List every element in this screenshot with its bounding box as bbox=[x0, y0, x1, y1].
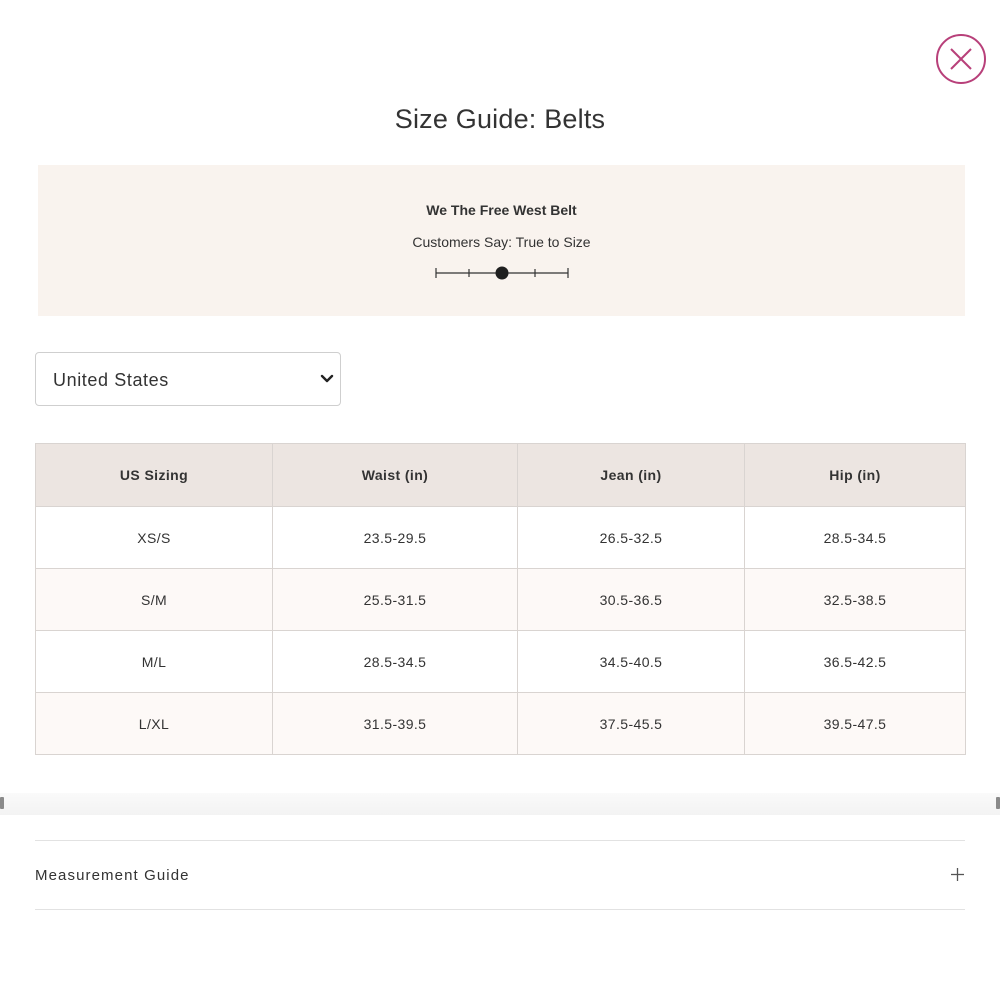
size-cell: L/XL bbox=[35, 692, 273, 755]
size-chart-table: US Sizing Waist (in) Jean (in) Hip (in) … bbox=[35, 443, 966, 755]
waist-cell: 31.5-39.5 bbox=[272, 692, 518, 755]
waist-cell: 23.5-29.5 bbox=[272, 506, 518, 569]
fit-scale bbox=[435, 264, 571, 289]
jean-cell: 34.5-40.5 bbox=[517, 630, 745, 693]
jean-cell: 30.5-36.5 bbox=[517, 568, 745, 631]
table-row: M/L 28.5-34.5 34.5-40.5 36.5-42.5 bbox=[35, 630, 966, 693]
accordion-label: Measurement Guide bbox=[35, 867, 190, 884]
fit-panel: We The Free West Belt Customers Say: Tru… bbox=[38, 165, 965, 316]
chevron-down-icon bbox=[320, 372, 334, 391]
jean-cell: 37.5-45.5 bbox=[517, 692, 745, 755]
size-cell: M/L bbox=[35, 630, 273, 693]
column-header-us-sizing: US Sizing bbox=[35, 443, 273, 507]
fit-scale-icon bbox=[435, 266, 569, 280]
waist-cell: 28.5-34.5 bbox=[272, 630, 518, 693]
hip-cell: 39.5-47.5 bbox=[744, 692, 966, 755]
modal-title: Size Guide: Belts bbox=[394, 104, 606, 134]
waist-cell: 25.5-31.5 bbox=[272, 568, 518, 631]
size-cell: XS/S bbox=[35, 506, 273, 569]
table-row: S/M 25.5-31.5 30.5-36.5 32.5-38.5 bbox=[35, 568, 966, 631]
country-select-value: United States bbox=[53, 370, 169, 390]
column-header-jean: Jean (in) bbox=[517, 443, 745, 507]
size-guide-modal: Size Guide: Belts We The Free West Belt … bbox=[0, 0, 1000, 1000]
table-row: L/XL 31.5-39.5 37.5-45.5 39.5-47.5 bbox=[35, 692, 966, 755]
table-header-row: US Sizing Waist (in) Jean (in) Hip (in) bbox=[35, 443, 966, 507]
table-row: XS/S 23.5-29.5 26.5-32.5 28.5-34.5 bbox=[35, 506, 966, 569]
hip-cell: 36.5-42.5 bbox=[744, 630, 966, 693]
size-cell: S/M bbox=[35, 568, 273, 631]
jean-cell: 26.5-32.5 bbox=[517, 506, 745, 569]
measurement-guide-accordion[interactable]: Measurement Guide bbox=[35, 840, 965, 910]
close-icon bbox=[950, 48, 972, 70]
plus-icon[interactable] bbox=[950, 867, 965, 887]
hip-cell: 32.5-38.5 bbox=[744, 568, 966, 631]
scroll-edge-marker-left bbox=[0, 797, 4, 809]
scroll-edge-marker-right bbox=[996, 797, 1000, 809]
section-divider bbox=[0, 793, 1000, 815]
fit-marker bbox=[495, 266, 509, 280]
column-header-waist: Waist (in) bbox=[272, 443, 518, 507]
fit-rating-text: Customers Say: True to Size bbox=[412, 234, 591, 250]
hip-cell: 28.5-34.5 bbox=[744, 506, 966, 569]
column-header-hip: Hip (in) bbox=[744, 443, 966, 507]
country-select[interactable]: United States bbox=[35, 352, 341, 406]
close-button[interactable] bbox=[936, 34, 986, 84]
product-name: We The Free West Belt bbox=[426, 202, 577, 218]
